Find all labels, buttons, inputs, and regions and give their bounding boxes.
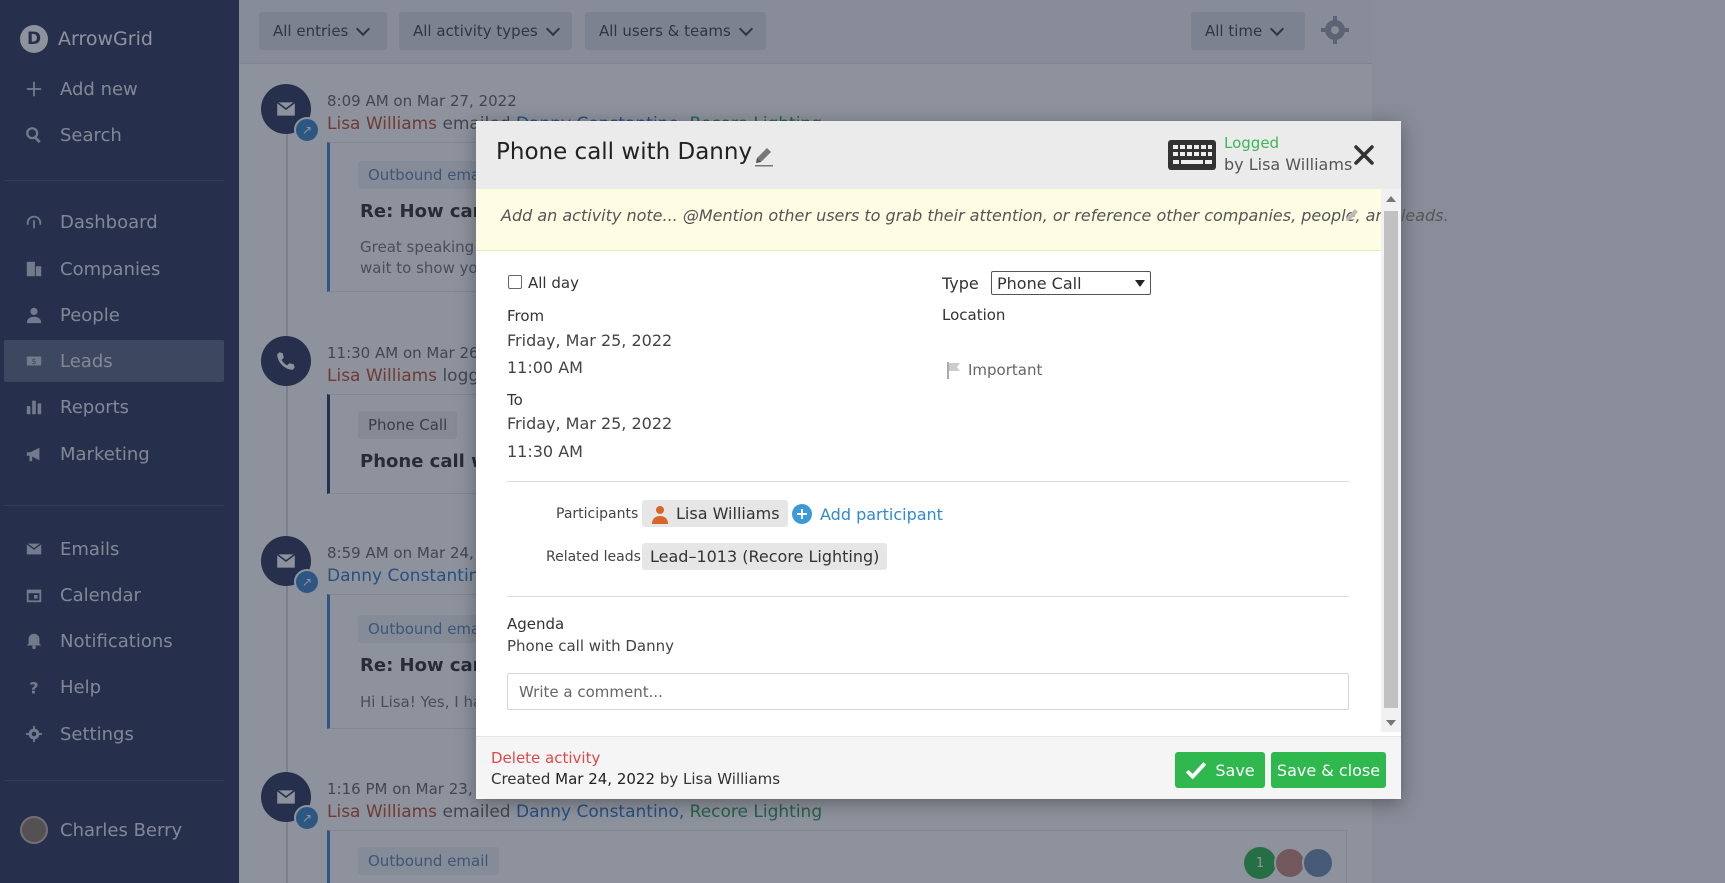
modal-header: Phone call with Danny Logged by Lisa Wil…: [476, 121, 1401, 189]
related-lead-name: Lead–1013 (Recore Lighting): [650, 547, 880, 566]
activity-note[interactable]: Add an activity note... @Mention other u…: [476, 189, 1449, 251]
important-label[interactable]: Important: [968, 361, 1042, 379]
save-button[interactable]: Save: [1175, 752, 1265, 788]
checkmark-icon: [1186, 762, 1207, 780]
created-by: Lisa Williams: [683, 770, 781, 788]
created-by-prefix: by: [659, 770, 679, 788]
section-divider: [507, 481, 1349, 482]
type-select-value: Phone Call: [997, 273, 1082, 293]
type-label: Type: [942, 274, 979, 293]
add-participant-link[interactable]: Add participant: [820, 505, 943, 524]
modal-footer: Delete activity Created Mar 24, 2022 by …: [476, 736, 1401, 799]
related-leads-label: Related leads: [546, 549, 641, 565]
all-day-checkbox[interactable]: [508, 275, 522, 289]
agenda-value[interactable]: Phone call with Danny: [507, 637, 674, 655]
related-lead-tag[interactable]: Lead–1013 (Recore Lighting): [642, 543, 888, 570]
participants-label: Participants: [556, 506, 639, 522]
created-prefix: Created: [491, 770, 551, 788]
participant-name: Lisa Williams: [676, 504, 780, 523]
from-label: From: [507, 307, 545, 325]
agenda-label: Agenda: [507, 615, 565, 633]
activity-modal: Phone call with Danny Logged by Lisa Wil…: [476, 121, 1449, 799]
keyboard-icon: [1168, 140, 1216, 170]
created-info: Created Mar 24, 2022 by Lisa Williams: [491, 770, 780, 788]
scroll-thumb[interactable]: [1384, 211, 1398, 708]
to-label: To: [507, 391, 523, 409]
chevron-down-icon: [1135, 279, 1145, 287]
from-time[interactable]: 11:00 AM: [507, 358, 583, 377]
scroll-down-arrow-icon[interactable]: [1386, 720, 1396, 726]
modal-title[interactable]: Phone call with Danny: [496, 139, 752, 165]
save-close-button[interactable]: Save & close: [1271, 752, 1386, 788]
activity-note-placeholder: Add an activity note... @Mention other u…: [501, 206, 1449, 225]
pencil-icon[interactable]: [1344, 207, 1360, 223]
participant-tag[interactable]: Lisa Williams: [642, 500, 788, 527]
location-label: Location: [942, 306, 1006, 324]
from-date[interactable]: Friday, Mar 25, 2022: [507, 331, 672, 350]
all-day-label: All day: [528, 274, 579, 292]
logged-status: Logged: [1224, 134, 1280, 152]
flag-icon[interactable]: [946, 361, 962, 379]
comment-input[interactable]: [507, 673, 1349, 710]
save-close-button-label: Save & close: [1276, 760, 1381, 780]
logged-by: by Lisa Williams: [1224, 155, 1353, 174]
section-divider: [507, 596, 1349, 597]
to-date[interactable]: Friday, Mar 25, 2022: [507, 414, 672, 433]
add-participant-icon[interactable]: [792, 504, 812, 524]
save-button-label: Save: [1215, 760, 1255, 780]
delete-activity-link[interactable]: Delete activity: [491, 749, 600, 767]
scrollbar[interactable]: [1381, 189, 1401, 732]
to-time[interactable]: 11:30 AM: [507, 442, 583, 461]
person-icon: [652, 505, 668, 524]
pencil-icon[interactable]: [752, 145, 776, 169]
created-date: Mar 24, 2022: [555, 770, 656, 788]
type-select[interactable]: Phone Call: [991, 271, 1151, 295]
scroll-up-arrow-icon[interactable]: [1386, 196, 1396, 202]
close-icon[interactable]: [1352, 143, 1376, 167]
